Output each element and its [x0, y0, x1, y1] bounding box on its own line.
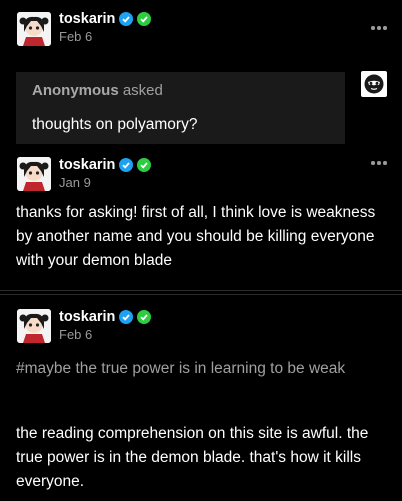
- post-card: toskarin Feb 6 Anonymous asked thoughts …: [0, 0, 402, 291]
- reblog-card: toskarin Feb 6 #maybe the true power is …: [0, 294, 402, 501]
- blue-check-badge-icon: [119, 310, 134, 324]
- reply-body: thanks for asking! first of all, I think…: [16, 204, 376, 269]
- avatar[interactable]: [17, 157, 51, 191]
- asked-label: asked: [122, 82, 163, 99]
- ask-header: Anonymous asked: [32, 82, 163, 99]
- more-dots-icon[interactable]: [371, 26, 387, 30]
- ask-box: Anonymous asked thoughts on polyamory?: [16, 72, 345, 144]
- reply-date[interactable]: Jan 9: [59, 175, 151, 191]
- avatar[interactable]: [17, 12, 51, 46]
- post-date[interactable]: Feb 6: [59, 29, 151, 45]
- reblog-date[interactable]: Feb 6: [59, 327, 151, 343]
- blue-check-badge-icon: [119, 12, 134, 26]
- ask-question: thoughts on polyamory?: [32, 116, 198, 133]
- reblog-header: toskarin Feb 6: [59, 308, 152, 343]
- blue-check-badge-icon: [119, 158, 134, 172]
- reblog-tag[interactable]: #maybe the true power is in learning to …: [16, 357, 386, 381]
- reply-header: toskarin Jan 9: [59, 156, 152, 191]
- avatar[interactable]: [17, 309, 51, 343]
- green-check-badge-icon: [137, 158, 152, 172]
- reblog-body: the reading comprehension on this site i…: [16, 425, 369, 490]
- green-check-badge-icon: [137, 310, 152, 324]
- more-dots-icon[interactable]: [371, 161, 387, 165]
- author-name[interactable]: toskarin: [59, 308, 115, 326]
- author-name[interactable]: toskarin: [59, 10, 115, 28]
- green-check-badge-icon: [137, 12, 152, 26]
- post-header: toskarin Feb 6: [59, 10, 152, 45]
- anonymous-avatar-icon: [361, 71, 387, 97]
- asker-name: Anonymous: [32, 82, 119, 99]
- author-name[interactable]: toskarin: [59, 156, 115, 174]
